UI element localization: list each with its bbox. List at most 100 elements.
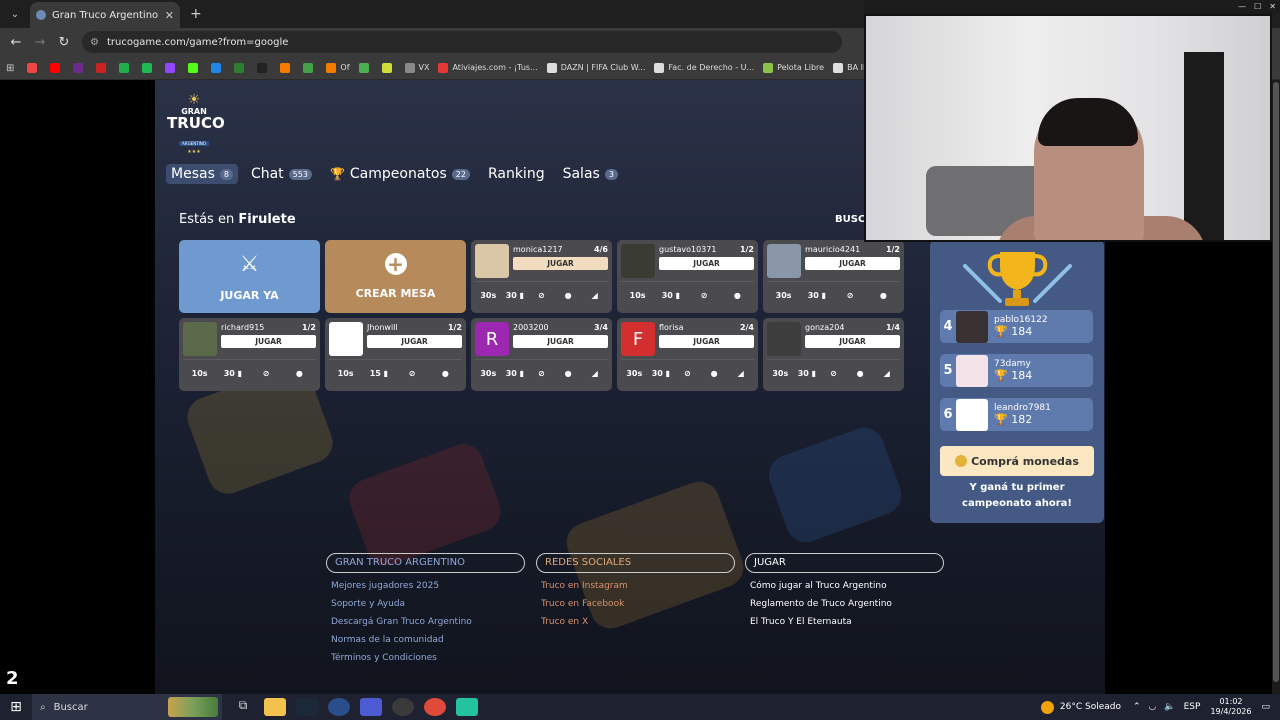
app-icon[interactable]: [456, 698, 478, 716]
bookmark-item[interactable]: [188, 62, 202, 73]
bookmark-item[interactable]: [381, 62, 396, 73]
buy-coins-label: Comprá monedas: [971, 454, 1079, 468]
chrome-profile-icon[interactable]: [328, 698, 350, 716]
bookmark-item[interactable]: [358, 62, 373, 73]
game-table-card[interactable]: gustavo10371 1/2 JUGAR 10s 30 ▮ ⊘ ●: [617, 240, 758, 313]
tab-campeonatos[interactable]: 🏆 Campeonatos 22: [325, 164, 475, 184]
footer-link[interactable]: Truco en Facebook: [541, 599, 735, 609]
bookmark-item[interactable]: Pelota Libre: [763, 62, 824, 73]
apps-icon[interactable]: ⊞: [6, 63, 18, 74]
join-table-button[interactable]: JUGAR: [659, 257, 754, 270]
bookmark-item[interactable]: [27, 62, 41, 73]
create-table-button[interactable]: + CREAR MESA: [325, 240, 466, 313]
join-table-button[interactable]: JUGAR: [513, 257, 608, 270]
file-explorer-icon[interactable]: [264, 698, 286, 716]
browser-tab[interactable]: Gran Truco Argentino - Juego ✕: [30, 2, 180, 28]
tab-mesas[interactable]: Mesas 8: [166, 164, 238, 184]
bookmark-item[interactable]: Of: [326, 62, 350, 73]
chevron-up-icon[interactable]: ⌃: [1133, 702, 1141, 712]
steam-icon[interactable]: [296, 698, 318, 716]
join-table-button[interactable]: JUGAR: [659, 335, 754, 348]
minimize-icon[interactable]: —: [1238, 2, 1246, 11]
bookmark-item[interactable]: [280, 62, 294, 73]
join-table-button[interactable]: JUGAR: [221, 335, 316, 348]
bookmark-item[interactable]: Ativiajes.com - ¡Tus...: [438, 62, 538, 73]
bookmark-item[interactable]: [211, 62, 225, 73]
ranking-panel: 4 pablo16122 🏆 184 5 73damy 🏆 184 6 leandro7981…: [930, 240, 1104, 523]
reload-icon[interactable]: ↻: [52, 35, 76, 50]
bookmark-item[interactable]: [165, 62, 179, 73]
vscode-icon[interactable]: [360, 698, 382, 716]
footer-link[interactable]: Términos y Condiciones: [331, 653, 525, 663]
footer-link[interactable]: Truco en X: [541, 617, 735, 627]
footer-link[interactable]: El Truco Y El Eternauta: [750, 617, 944, 627]
tab-salas[interactable]: Salas 3: [558, 164, 623, 184]
bookmark-item[interactable]: [303, 62, 317, 73]
footer-link[interactable]: Truco en Instagram: [541, 581, 735, 591]
points-to-win: 30 ▮: [794, 369, 821, 378]
game-table-card[interactable]: richard915 1/2 JUGAR 10s 30 ▮ ⊘ ●: [179, 318, 320, 391]
maximize-icon[interactable]: ☐: [1254, 2, 1261, 11]
windows-start-icon[interactable]: ⊞: [0, 699, 32, 715]
bookmark-item[interactable]: DAZN | FIFA Club W...: [546, 62, 645, 73]
footer-link[interactable]: Soporte y Ayuda: [331, 599, 525, 609]
bookmark-item[interactable]: [142, 62, 156, 73]
bookmark-item[interactable]: VX: [404, 62, 429, 73]
clock[interactable]: 01:02 19/4/2026: [1210, 697, 1251, 717]
wifi-icon[interactable]: ◡: [1149, 702, 1157, 712]
footer-link[interactable]: Reglamento de Truco Argentino: [750, 599, 944, 609]
join-table-button[interactable]: JUGAR: [805, 335, 900, 348]
game-table-card[interactable]: Jhonwill 1/2 JUGAR 10s 15 ▮ ⊘ ●: [325, 318, 466, 391]
tab-ranking[interactable]: Ranking: [483, 164, 550, 184]
page-scrollbar[interactable]: [1272, 80, 1280, 694]
task-view-icon[interactable]: ⧉: [232, 698, 254, 716]
game-table-card[interactable]: Fflorisa 2/4 JUGAR 30s 30 ▮ ⊘ ● ◢: [617, 318, 758, 391]
close-tab-icon[interactable]: ✕: [165, 9, 174, 22]
footer-link[interactable]: Mejores jugadores 2025: [331, 581, 525, 591]
game-table-card[interactable]: mauricio4241 1/2 JUGAR 30s 30 ▮ ⊘ ●: [763, 240, 904, 313]
chat-bubble-icon: ●: [295, 369, 303, 378]
tab-search-button[interactable]: ⌄: [4, 4, 26, 24]
bookmark-item[interactable]: [257, 62, 271, 73]
forward-icon[interactable]: →: [28, 35, 52, 50]
ranking-row[interactable]: 6 leandro7981 🏆 182: [940, 398, 1093, 431]
bookmark-item[interactable]: [73, 62, 87, 73]
game-table-card[interactable]: R 2003200 3/4 JUGAR 30s 30 ▮ ⊘ ● ◢: [471, 318, 612, 391]
webcam-window-titlebar: — ☐ ✕: [864, 0, 1280, 14]
ranking-row[interactable]: 4 pablo16122 🏆 184: [940, 310, 1093, 343]
bookmark-item[interactable]: [50, 62, 64, 73]
bookmark-item[interactable]: [96, 62, 110, 73]
turn-time: 10s: [337, 369, 354, 378]
join-table-button[interactable]: JUGAR: [513, 335, 608, 348]
weather-text[interactable]: 26°C Soleado: [1060, 702, 1121, 712]
game-table-card[interactable]: monica1217 4/6 JUGAR 30s 30 ▮ ⊘ ● ◢: [471, 240, 612, 313]
site-info-icon[interactable]: ⚙: [90, 37, 99, 48]
volume-icon[interactable]: 🔈: [1164, 702, 1175, 712]
tab-chat[interactable]: Chat 553: [246, 164, 317, 184]
footer-link[interactable]: Normas de la comunidad: [331, 635, 525, 645]
notifications-icon[interactable]: ▭: [1261, 702, 1270, 712]
join-table-button[interactable]: JUGAR: [805, 257, 900, 270]
bookmark-item[interactable]: [119, 62, 133, 73]
join-table-button[interactable]: JUGAR: [367, 335, 462, 348]
bookmark-item[interactable]: Fac. de Derecho - U...: [654, 62, 754, 73]
play-now-button[interactable]: ⚔ JUGAR YA: [179, 240, 320, 313]
background-card-decoration: [763, 422, 907, 548]
url-field[interactable]: ⚙ trucogame.com/game?from=google: [82, 31, 842, 53]
gran-truco-logo[interactable]: ☀ GRAN TRUCO ARGENTINO ★★★: [167, 92, 225, 155]
obs-icon[interactable]: [392, 698, 414, 716]
taskbar-search[interactable]: ⌕ Buscar: [32, 694, 222, 720]
footer-link[interactable]: Descargá Gran Truco Argentino: [331, 617, 525, 627]
buy-coins-button[interactable]: Comprá monedas: [940, 446, 1094, 476]
close-icon[interactable]: ✕: [1269, 2, 1276, 11]
language-indicator[interactable]: ESP: [1184, 702, 1201, 712]
chrome-icon[interactable]: [424, 698, 446, 716]
bookmark-item[interactable]: [234, 62, 248, 73]
player-count: 4/6: [593, 245, 608, 254]
new-tab-button[interactable]: +: [190, 6, 202, 22]
footer-link[interactable]: Cómo jugar al Truco Argentino: [750, 581, 944, 591]
ranking-row[interactable]: 5 73damy 🏆 184: [940, 354, 1093, 387]
back-icon[interactable]: ←: [4, 35, 28, 50]
scrollbar-thumb[interactable]: [1273, 82, 1279, 682]
game-table-card[interactable]: gonza204 1/4 JUGAR 30s 30 ▮ ⊘ ● ◢: [763, 318, 904, 391]
